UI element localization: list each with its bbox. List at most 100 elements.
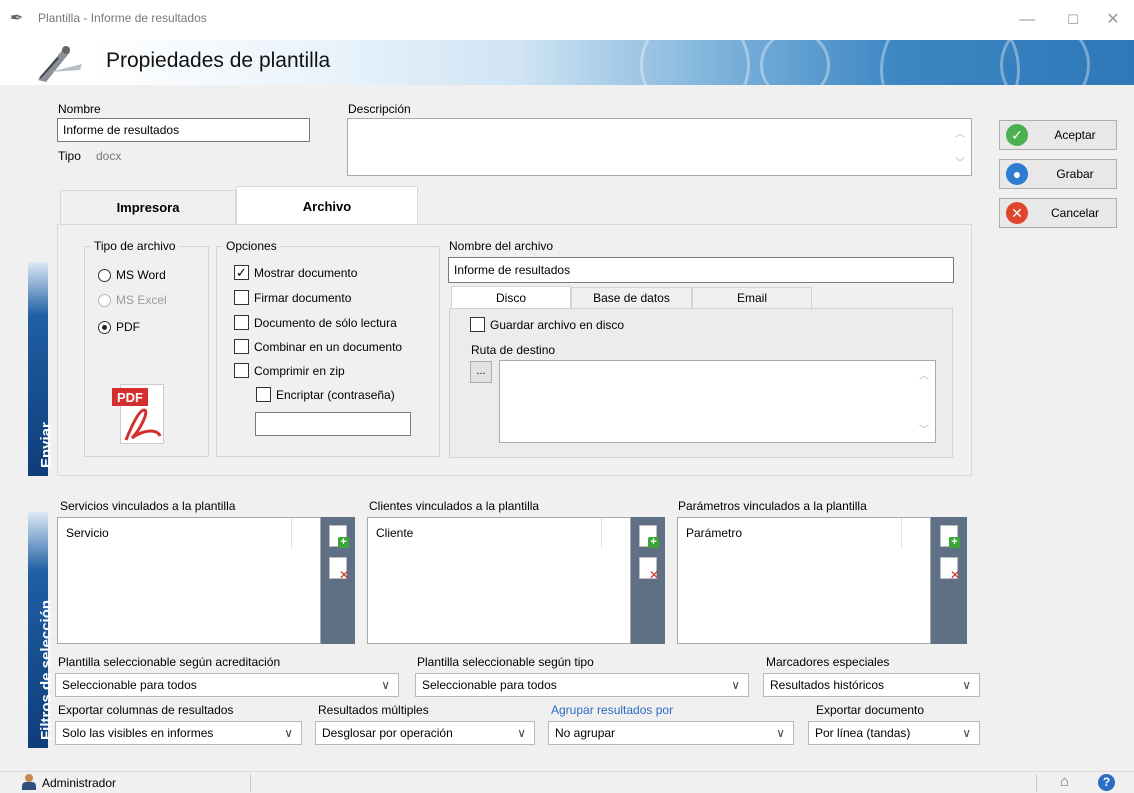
checkbox-guardar-disco-label: Guardar archivo en disco	[490, 317, 625, 332]
clients-column-label: Cliente	[376, 526, 414, 540]
tab-archivo[interactable]: Archivo	[236, 186, 418, 225]
checkbox-mostrar-documento-label: Mostrar documento	[254, 265, 358, 280]
help-icon[interactable]: ?	[1098, 774, 1115, 791]
cancel-button[interactable]: ✕ Cancelar	[999, 198, 1117, 228]
pdf-file-icon: PDF	[110, 380, 172, 446]
accreditation-select[interactable]: Seleccionable para todos ∨	[55, 673, 399, 697]
remove-client-icon[interactable]: ✕	[639, 557, 659, 581]
group-by-select[interactable]: No agrupar ∨	[548, 721, 794, 745]
services-list[interactable]: Servicio	[57, 517, 321, 644]
checkbox-encriptar[interactable]: Encriptar (contraseña)	[256, 387, 395, 402]
radio-pdf-circle	[98, 320, 111, 334]
status-divider	[250, 774, 251, 792]
chevron-down-icon: ∨	[731, 678, 740, 692]
compass-logo-icon	[38, 46, 82, 82]
close-button[interactable]: ✕	[1098, 8, 1128, 32]
checkbox-comprimir-zip[interactable]: Comprimir en zip	[234, 363, 345, 378]
params-column-header[interactable]: Parámetro	[678, 518, 902, 548]
descripcion-textarea[interactable]: ︿ ﹀	[347, 118, 972, 176]
browse-button[interactable]: ...	[470, 361, 492, 383]
multiple-results-select[interactable]: Desglosar por operación ∨	[315, 721, 535, 745]
services-column-label: Servicio	[66, 526, 109, 540]
destination-textarea[interactable]: ︿ ﹀	[499, 360, 936, 443]
checkbox-mostrar-documento[interactable]: ✓ Mostrar documento	[234, 265, 357, 280]
password-input[interactable]	[255, 412, 411, 436]
checkbox-guardar-disco-box	[470, 317, 485, 332]
minimize-button[interactable]: —	[1012, 8, 1042, 32]
type-label: Plantilla seleccionable según tipo	[417, 655, 594, 669]
filtros-side-label: Filtros de selección	[38, 599, 55, 740]
filename-input[interactable]: Informe de resultados	[448, 257, 954, 283]
chevron-down-icon: ∨	[962, 678, 971, 692]
status-bar: Administrador ⌂ ?	[0, 771, 1134, 793]
export-doc-label: Exportar documento	[816, 703, 925, 717]
nombre-label: Nombre	[58, 102, 101, 116]
tab-impresora[interactable]: Impresora	[60, 190, 236, 224]
checkbox-firmar-documento[interactable]: Firmar documento	[234, 290, 351, 305]
filtros-side-banner: Filtros de selección	[28, 512, 55, 748]
save-label: Grabar	[1056, 167, 1094, 181]
maximize-button[interactable]: ☐	[1058, 8, 1088, 32]
group-by-value: No agrupar	[555, 726, 616, 740]
params-column-label: Parámetro	[686, 526, 743, 540]
scroll-down-icon[interactable]: ﹀	[955, 154, 965, 169]
multiple-results-label: Resultados múltiples	[318, 703, 429, 717]
remove-service-icon[interactable]: ✕	[329, 557, 349, 581]
radio-ms-excel-circle	[98, 293, 111, 307]
save-button[interactable]: ● Grabar	[999, 159, 1117, 189]
add-service-icon[interactable]: +	[329, 525, 349, 548]
clients-column-header[interactable]: Cliente	[368, 518, 602, 548]
checkbox-solo-lectura-label: Documento de sólo lectura	[254, 315, 397, 330]
title-bar: ✒ Plantilla - Informe de resultados — ☐ …	[0, 0, 1134, 40]
nombre-input[interactable]: Informe de resultados	[57, 118, 310, 142]
enviar-side-label: Enviar	[38, 422, 55, 468]
type-value: Seleccionable para todos	[422, 678, 557, 692]
tab-archivo-label: Archivo	[302, 198, 352, 214]
add-client-icon[interactable]: +	[639, 525, 659, 548]
services-toolstrip: + ✕	[321, 517, 355, 644]
tab-impresora-label: Impresora	[116, 200, 180, 215]
accreditation-value: Seleccionable para todos	[62, 678, 197, 692]
services-column-header[interactable]: Servicio	[58, 518, 292, 548]
descripcion-label: Descripción	[348, 102, 411, 116]
export-columns-label: Exportar columnas de resultados	[58, 703, 234, 717]
browse-label: ...	[476, 365, 486, 377]
params-label: Parámetros vinculados a la plantilla	[678, 499, 867, 513]
scroll-down-icon[interactable]: ﹀	[919, 421, 929, 436]
params-list[interactable]: Parámetro	[677, 517, 931, 644]
chevron-down-icon: ∨	[776, 726, 785, 740]
options-label: Opciones	[223, 239, 280, 253]
subtab-disco[interactable]: Disco	[451, 286, 571, 308]
camera-icon[interactable]: ⌂	[1060, 773, 1069, 790]
chevron-down-icon: ∨	[381, 678, 390, 692]
clients-list[interactable]: Cliente	[367, 517, 631, 644]
accept-button[interactable]: ✓ Aceptar	[999, 120, 1117, 150]
radio-ms-word[interactable]: MS Word	[98, 268, 166, 282]
export-columns-select[interactable]: Solo las visibles en informes ∨	[55, 721, 302, 745]
checkbox-guardar-disco[interactable]: Guardar archivo en disco	[470, 317, 624, 332]
services-label: Servicios vinculados a la plantilla	[60, 499, 236, 513]
checkbox-solo-lectura[interactable]: Documento de sólo lectura	[234, 315, 397, 330]
checkbox-combinar[interactable]: Combinar en un documento	[234, 339, 402, 354]
markers-label: Marcadores especiales	[766, 655, 890, 669]
radio-ms-excel: MS Excel	[98, 293, 167, 307]
radio-pdf[interactable]: PDF	[98, 320, 140, 334]
checkbox-firmar-documento-box	[234, 290, 249, 305]
remove-param-icon[interactable]: ✕	[940, 557, 960, 581]
add-param-icon[interactable]: +	[940, 525, 960, 548]
export-columns-value: Solo las visibles en informes	[62, 726, 214, 740]
scroll-up-icon[interactable]: ︿	[955, 125, 965, 140]
markers-select[interactable]: Resultados históricos ∨	[763, 673, 980, 697]
export-doc-select[interactable]: Por línea (tandas) ∨	[808, 721, 980, 745]
scroll-up-icon[interactable]: ︿	[919, 367, 929, 382]
params-toolstrip: + ✕	[931, 517, 967, 644]
subtab-disco-label: Disco	[495, 290, 526, 305]
user-icon	[22, 774, 36, 790]
checkbox-encriptar-label: Encriptar (contraseña)	[276, 387, 395, 402]
export-doc-value: Por línea (tandas)	[815, 726, 911, 740]
checkbox-comprimir-zip-label: Comprimir en zip	[254, 363, 345, 378]
type-select[interactable]: Seleccionable para todos ∨	[415, 673, 749, 697]
subtab-email[interactable]: Email	[692, 287, 812, 309]
check-icon: ✓	[1006, 124, 1028, 146]
subtab-base-de-datos[interactable]: Base de datos	[571, 287, 692, 309]
